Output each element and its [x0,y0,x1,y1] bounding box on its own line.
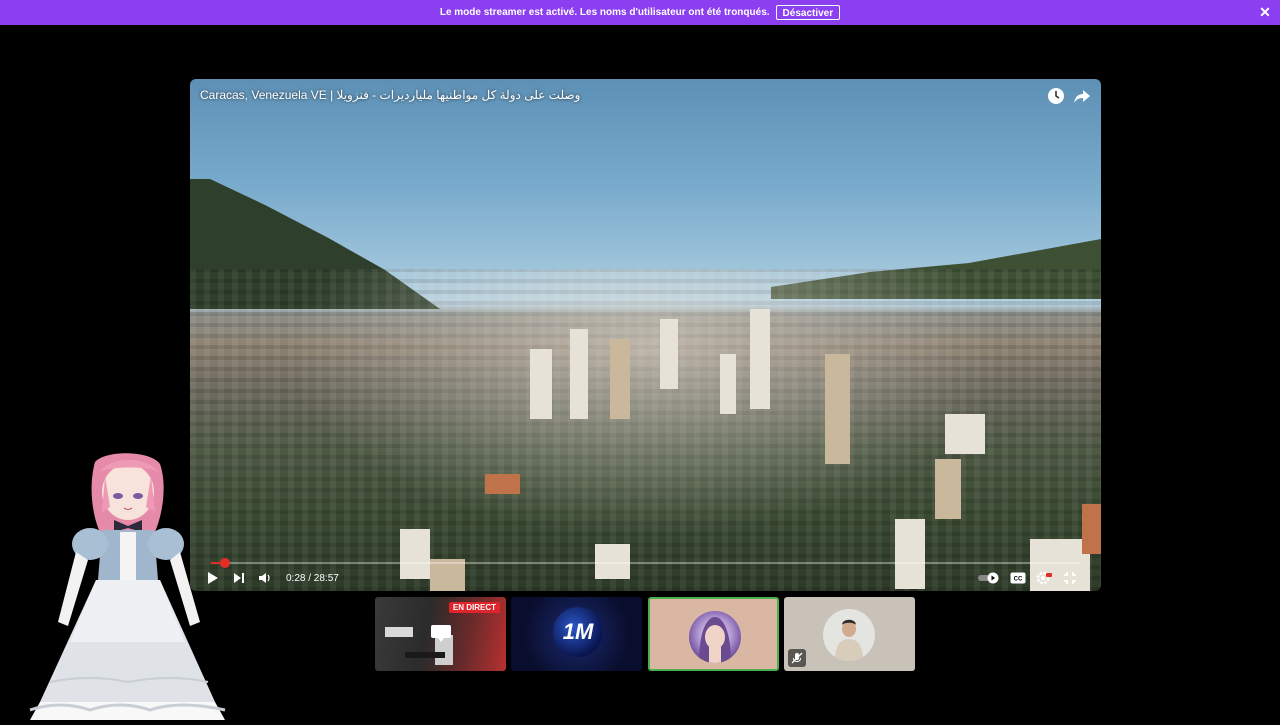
video-controls: 0:28 / 28:57 CC [190,565,1101,591]
settings-icon[interactable] [1035,569,1053,587]
video-title: وصلت على دولة كل مواطنيها مليارديرات - ف… [200,88,581,102]
scenery-city [190,269,1101,591]
thumbnail-channel-1m[interactable]: 1M [511,597,642,671]
fullscreen-exit-icon[interactable] [1061,569,1079,587]
live-badge: EN DIRECT [448,602,500,613]
avatar [689,611,741,663]
progress-bar[interactable] [211,558,1080,568]
video-player[interactable]: وصلت على دولة كل مواطنيها مليارديرات - ف… [190,79,1101,591]
volume-icon[interactable] [256,569,274,587]
deactivate-button[interactable]: Désactiver [775,5,841,20]
vtuber-avatar [10,452,240,720]
close-icon[interactable]: ✕ [1256,3,1274,21]
channel-logo: 1M [553,607,603,657]
channel-logo-text: 1M [562,619,594,644]
streamer-mode-banner: Le mode streamer est activé. Les noms d'… [0,0,1280,25]
banner-message: Le mode streamer est activé. Les noms d'… [439,7,770,18]
subtitles-icon[interactable]: CC [1009,569,1027,587]
share-icon[interactable] [1073,87,1091,105]
thumbnail-avatar-man[interactable] [784,597,915,671]
svg-text:CC: CC [1014,577,1023,583]
autoplay-toggle-icon[interactable] [977,569,1001,587]
mic-off-icon [788,649,806,667]
avatar [823,609,875,661]
thumbnail-avatar-woman[interactable] [648,597,779,671]
thumbnail-live-stream[interactable]: EN DIRECT [375,597,506,671]
clock-icon[interactable] [1047,87,1065,105]
time-display: 0:28 / 28:57 [286,572,339,584]
